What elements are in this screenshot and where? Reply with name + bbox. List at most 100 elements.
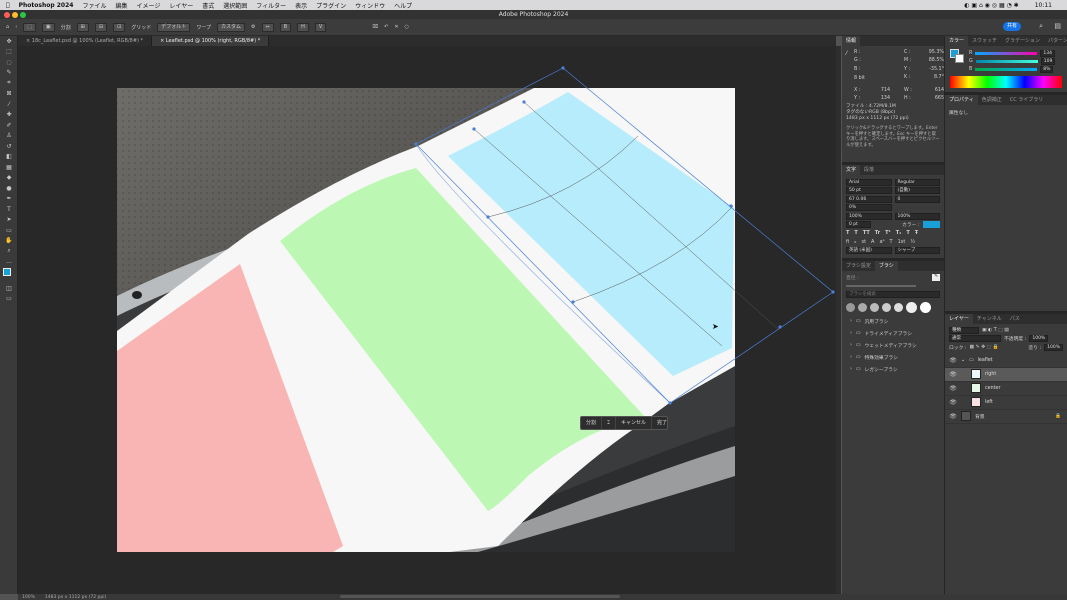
edit-toolbar-icon[interactable]: … [0,257,18,268]
menu-edit[interactable]: 編集 [115,1,127,10]
superscript-button[interactable]: T¹ [885,230,891,236]
tab-info[interactable]: 情報 [842,36,861,46]
path-select-tool-icon[interactable]: ➤ [0,215,18,226]
old-style-button[interactable]: 1st [898,239,906,245]
split-horizontal-button[interactable]: ⊡ [113,22,126,32]
brush-search-input[interactable]: ブラシを検索 [846,291,940,299]
brush-preset-icon[interactable] [846,302,855,312]
v-distort-field[interactable]: V [314,22,327,32]
bend-field[interactable]: B [279,22,292,32]
faux-italic-button[interactable]: T [854,230,857,236]
layer-center[interactable]: 👁 center [945,382,1067,396]
orientation-field[interactable]: ⇔ [261,22,274,32]
crop-tool-icon[interactable]: ⌗ [0,78,18,89]
b-value[interactable]: 8% [1040,65,1054,73]
history-brush-tool-icon[interactable]: ↺ [0,141,18,152]
size-slider[interactable] [846,285,916,288]
tracking-field[interactable]: 0 [894,195,940,203]
tab-layers[interactable]: レイヤー [945,314,973,324]
close-window-button[interactable] [4,12,10,18]
gradient-tool-icon[interactable]: ▦ [0,162,18,173]
pen-tool-icon[interactable]: ✒ [0,194,18,205]
fill-field[interactable]: 100% [1044,343,1063,351]
type-tool-icon[interactable]: T [0,204,18,215]
h-distort-field[interactable]: H [297,22,309,32]
cancel-icon[interactable]: ✕ [394,24,398,30]
zoom-tool-icon[interactable]: ⌕ [0,246,18,257]
quick-select-tool-icon[interactable]: ✎ [0,68,18,79]
screen-mode-icon[interactable]: ▭ [0,294,18,305]
chevron-down-icon[interactable]: ⌄ [961,358,965,363]
brush-folder[interactable]: › ▭ ウェットメディアブラシ [846,339,940,351]
split-vertical-button[interactable]: ⊟ [94,22,108,32]
underline-button[interactable]: T [906,230,909,236]
brush-folder[interactable]: › ▭ 特殊効果ブラシ [846,351,940,363]
font-size-field[interactable]: 50 pt [846,187,892,195]
lock-icon[interactable]: 🔒 [1055,414,1061,419]
color-spectrum[interactable] [950,76,1062,88]
hand-tool-icon[interactable]: ✋ [0,236,18,247]
tab-channels[interactable]: チャンネル [973,314,1006,324]
workspace-icon[interactable]: ▤ [1054,22,1061,30]
tab-document-1[interactable]: × 18c_Leaflet.psd @ 100% (Leaflet, RGB/8… [18,36,153,46]
brush-folder[interactable]: › ▭ レガシーブラシ [846,363,940,375]
brush-preset-icon[interactable] [894,302,903,312]
document-canvas[interactable]: ➤ [18,46,836,594]
g-value[interactable]: 109 [1040,57,1056,65]
blend-mode-select[interactable]: 通常 [949,335,1001,343]
home-icon[interactable]: ⌂ [6,24,9,30]
horizontal-scale-field[interactable]: 100% [894,212,940,220]
zoom-window-button[interactable] [20,12,26,18]
frame-tool-icon[interactable]: ⊠ [0,89,18,100]
font-style-select[interactable]: Regular [894,178,940,186]
switch-transform-icon[interactable]: ⌧ [372,24,378,30]
menu-plugins[interactable]: プラグイン [316,1,346,10]
transform-tool-icon[interactable]: ⬚ [23,22,36,32]
antialias-select[interactable]: シャープ [894,246,940,254]
marquee-tool-icon[interactable]: ⬚ [0,47,18,58]
warp-select[interactable]: カスタム [217,22,246,32]
menu-file[interactable]: ファイル [82,1,106,10]
eyedropper-tool-icon[interactable]: ⁄ [0,99,18,110]
back-icon[interactable]: ‹ [15,24,17,30]
layer-kind-filter[interactable]: 種類 [949,326,979,334]
brush-folder[interactable]: › ▭ 汎用ブラシ [846,315,940,327]
brush-preset-icon[interactable] [882,302,891,312]
quick-mask-icon[interactable]: ◫ [0,283,18,294]
leading-field[interactable]: (自動) [894,187,940,195]
stamp-tool-icon[interactable]: ♙ [0,131,18,142]
menu-help[interactable]: ヘルプ [394,1,412,10]
undo-icon[interactable]: ↶ [384,24,388,30]
strikethrough-button[interactable]: Ŧ [915,230,918,236]
menu-view[interactable]: 表示 [295,1,307,10]
tab-brush[interactable]: ブラシ [874,260,898,271]
opacity-field[interactable]: 100% [1029,335,1049,343]
new-brush-icon[interactable]: ✎ [932,274,940,282]
app-menu[interactable]: Photoshop 2024 [19,2,74,9]
eraser-tool-icon[interactable]: ◧ [0,152,18,163]
vertical-scrollbar[interactable] [836,46,841,594]
language-select[interactable]: 英語 (米国) [846,246,892,254]
tab-libraries[interactable]: CC ライブラリ [1006,95,1048,105]
tab-paths[interactable]: パス [1006,314,1024,324]
menu-window[interactable]: ウィンドウ [355,1,385,10]
share-button[interactable]: 共有 [1003,22,1021,31]
r-slider[interactable] [975,51,1038,55]
move-tool-icon[interactable]: ✥ [0,36,18,47]
layer-group-leaflet[interactable]: 👁 ⌄ ▭ leaflet [945,354,1067,368]
ordinal-button[interactable]: aᵃ [879,239,884,245]
shape-tool-icon[interactable]: ▭ [0,225,18,236]
menu-type[interactable]: 書式 [202,1,214,10]
eye-icon[interactable]: 👁 [949,357,957,364]
horizontal-scrollbar[interactable] [340,595,620,598]
fraction-button[interactable]: T [890,239,893,245]
filter-icons[interactable]: ▣ ◐ T ⬚ ▤ [982,328,1009,333]
brush-preset-icon[interactable] [920,301,931,313]
font-family-select[interactable]: Arial [846,178,892,186]
titling-button[interactable]: A [871,239,874,245]
ligature-button[interactable]: fi [846,239,849,245]
dodge-tool-icon[interactable]: ● [0,183,18,194]
tsume-field[interactable]: 0% [846,204,892,212]
kerning-field[interactable]: 67 0.06 [846,195,892,203]
zoom-level[interactable]: 100% [22,595,35,600]
